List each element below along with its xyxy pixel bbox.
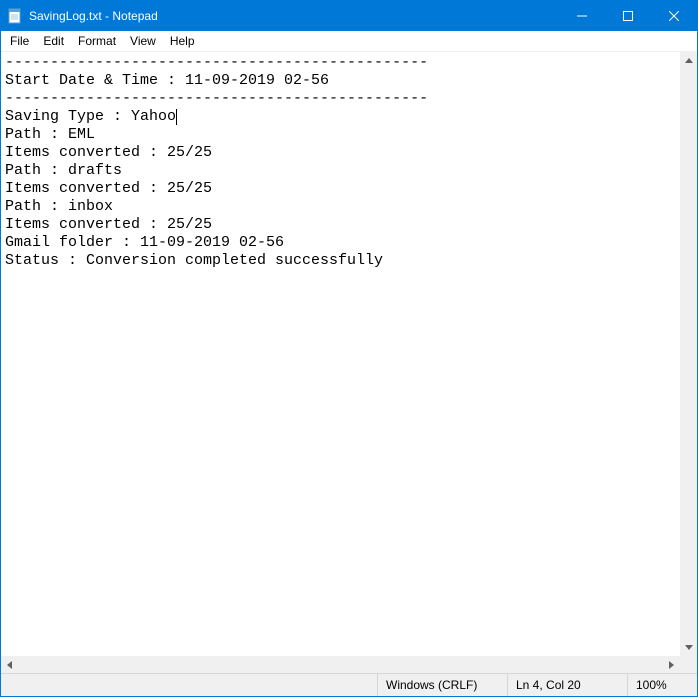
status-encoding: Windows (CRLF): [377, 674, 507, 696]
scroll-corner: [680, 656, 697, 673]
status-zoom: 100%: [627, 674, 697, 696]
scroll-track-horizontal[interactable]: [18, 656, 663, 673]
maximize-button[interactable]: [605, 1, 651, 31]
close-button[interactable]: [651, 1, 697, 31]
horizontal-scrollbar[interactable]: [1, 656, 680, 673]
scroll-down-icon[interactable]: [680, 639, 697, 656]
statusbar: Windows (CRLF) Ln 4, Col 20 100%: [1, 673, 697, 696]
minimize-button[interactable]: [559, 1, 605, 31]
scroll-right-icon[interactable]: [663, 656, 680, 673]
menu-file[interactable]: File: [3, 32, 36, 50]
scroll-left-icon[interactable]: [1, 656, 18, 673]
menubar: File Edit Format View Help: [1, 31, 697, 52]
menu-edit[interactable]: Edit: [36, 32, 71, 50]
status-position: Ln 4, Col 20: [507, 674, 627, 696]
editor-area: ----------------------------------------…: [1, 52, 697, 673]
scroll-track-vertical[interactable]: [680, 69, 697, 639]
window-title: SavingLog.txt - Notepad: [29, 9, 158, 23]
text-editor[interactable]: ----------------------------------------…: [1, 52, 680, 656]
text-caret: [176, 109, 177, 125]
scroll-up-icon[interactable]: [680, 52, 697, 69]
titlebar: SavingLog.txt - Notepad: [1, 1, 697, 31]
notepad-icon: [7, 8, 23, 24]
menu-format[interactable]: Format: [71, 32, 123, 50]
menu-help[interactable]: Help: [163, 32, 202, 50]
menu-view[interactable]: View: [123, 32, 163, 50]
vertical-scrollbar[interactable]: [680, 52, 697, 656]
